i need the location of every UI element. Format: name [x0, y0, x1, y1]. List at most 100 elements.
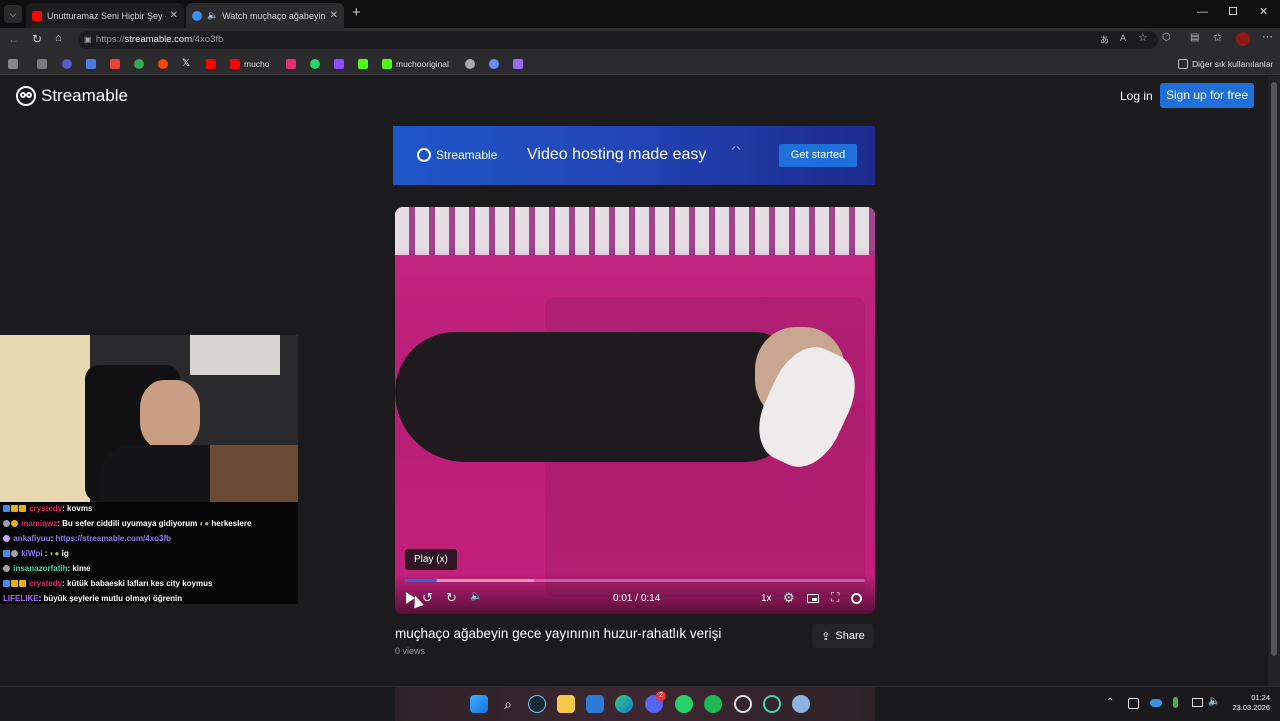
bookmark-item[interactable] — [513, 57, 527, 70]
restore-button[interactable] — [1229, 7, 1237, 15]
get-started-button[interactable]: Get started — [779, 144, 857, 167]
speaker-icon[interactable]: 🔈 — [207, 10, 218, 21]
progress-track[interactable] — [405, 579, 865, 582]
taskbar: ⌕ 2 ⌃ 🔈 01:24 23.03.2026 — [0, 686, 1280, 721]
bookmark-item[interactable] — [8, 57, 22, 70]
translate-icon[interactable]: あ — [1100, 33, 1109, 46]
extensions-icon[interactable]: ⬡ — [1162, 32, 1171, 43]
bookmark-item[interactable] — [465, 57, 479, 70]
bookmark-item[interactable] — [206, 57, 220, 70]
bookmark-item[interactable] — [310, 57, 324, 70]
close-window-button[interactable]: ✕ — [1259, 5, 1268, 18]
new-tab-button[interactable]: + — [352, 4, 361, 21]
signup-button[interactable]: Sign up for free — [1160, 83, 1254, 108]
bookmark-item[interactable] — [286, 57, 300, 70]
favorite-star-icon[interactable]: ☆ — [1138, 31, 1148, 44]
app-icon[interactable] — [734, 695, 752, 713]
tray-app-icon[interactable] — [1128, 698, 1139, 709]
scrollbar-thumb[interactable] — [1271, 82, 1277, 656]
bookmark-label: mucho — [244, 58, 270, 69]
address-input[interactable]: ▣ https://streamable.com/4xo3fb — [78, 31, 1158, 49]
bookmark-item[interactable] — [334, 57, 348, 70]
favorites-icon[interactable]: ✩ — [1213, 31, 1222, 44]
tab-youtube[interactable]: Unutturamaz Seni Hiçbir Şey - You ✕ — [26, 3, 184, 28]
forward-button[interactable]: ↻ — [446, 590, 457, 606]
steam-icon[interactable] — [528, 695, 546, 713]
other-bookmarks-label: Diğer sık kullanılanlar — [1192, 58, 1274, 69]
pip-button[interactable] — [807, 594, 819, 603]
pip-icon — [812, 598, 817, 601]
windows-start-icon[interactable] — [470, 695, 488, 713]
url-prefix: https:// — [96, 34, 125, 45]
youtube-icon — [32, 10, 42, 21]
edge-icon[interactable] — [615, 695, 633, 713]
other-bookmarks[interactable]: Diğer sık kullanılanlar — [1178, 57, 1273, 70]
volume-icon[interactable]: 🔈 — [1208, 696, 1220, 707]
spotify-icon[interactable] — [704, 695, 722, 713]
login-link[interactable]: Log in — [1120, 89, 1153, 103]
bookmark-item[interactable] — [489, 57, 503, 70]
bookmark-item[interactable] — [134, 57, 148, 70]
store-icon[interactable] — [586, 695, 604, 713]
onedrive-icon[interactable] — [1150, 699, 1162, 707]
site-logo[interactable]: Streamable — [16, 86, 128, 106]
fullscreen-button[interactable]: ⛶ — [831, 590, 839, 605]
close-icon[interactable]: ✕ — [326, 10, 338, 21]
bookmark-item[interactable] — [110, 57, 124, 70]
network-icon[interactable] — [1192, 698, 1203, 707]
bookmark-muchooriginal[interactable]: muchooriginal — [382, 57, 449, 70]
video-player[interactable]: Play (x) ↺ ↻ 🔈 0:01 / 0:14 1x ⚙ ⛶ — [395, 207, 875, 614]
sparkle-icon: ⸝⸜ — [731, 141, 741, 152]
volume-button[interactable]: 🔈 — [470, 591, 482, 602]
more-menu-icon[interactable]: ⋯ — [1262, 30, 1273, 43]
read-aloud-icon[interactable]: A — [1120, 33, 1126, 43]
streamable-button[interactable] — [851, 593, 862, 604]
streamable-logo-icon — [16, 86, 36, 106]
url-path: /4xo3fb — [192, 34, 224, 45]
discord-icon[interactable]: 2 — [645, 691, 666, 713]
whatsapp-icon[interactable] — [675, 695, 693, 713]
microphone-icon[interactable] — [1173, 697, 1178, 708]
split-screen-icon[interactable]: ▤ — [1190, 32, 1199, 43]
streamable-icon — [192, 10, 202, 21]
file-explorer-icon[interactable] — [557, 695, 575, 713]
share-button[interactable]: ⇪ Share — [812, 624, 874, 648]
app-icon[interactable] — [792, 695, 810, 713]
refresh-icon[interactable]: ↻ — [32, 32, 42, 46]
minimize-button[interactable]: — — [1197, 6, 1208, 18]
bookmark-item[interactable]: 𝕏 — [182, 57, 190, 70]
streamable-logo-icon — [417, 148, 431, 162]
bookmark-mucho[interactable]: mucho — [230, 57, 270, 70]
bookmark-item[interactable] — [62, 57, 76, 70]
back-icon[interactable]: ← — [8, 32, 20, 46]
bookmark-item[interactable] — [86, 57, 100, 70]
tray-chevron-icon[interactable]: ⌃ — [1106, 697, 1114, 708]
home-icon[interactable]: ⌂ — [55, 32, 62, 44]
chat-text: : kovms — [62, 504, 93, 513]
scrollbar[interactable] — [1268, 76, 1280, 686]
chat-user: LIFELIKE — [3, 594, 39, 603]
search-icon[interactable]: ⌕ — [499, 695, 517, 713]
bookmark-item[interactable] — [158, 57, 172, 70]
folder-icon — [1178, 58, 1188, 69]
close-icon[interactable]: ✕ — [166, 10, 178, 21]
clock[interactable]: 01:24 23.03.2026 — [1226, 693, 1270, 713]
chat-link[interactable]: https://streamable.com/4xo3fb — [55, 534, 171, 543]
app-icon[interactable] — [763, 695, 781, 713]
bookmark-item[interactable] — [358, 57, 372, 70]
profile-avatar[interactable] — [1236, 32, 1250, 46]
promo-banner[interactable]: Streamable Video hosting made easy ⸝⸜ Ge… — [393, 126, 875, 185]
settings-button[interactable]: ⚙ — [783, 590, 795, 606]
bookmark-item[interactable] — [37, 57, 51, 70]
reddit-icon — [158, 58, 168, 69]
share-icon: ⇪ — [821, 630, 831, 643]
banner-logo: Streamable — [417, 148, 497, 162]
time-total: 0:14 — [640, 593, 661, 604]
kick-icon — [382, 58, 392, 69]
tab-list-button[interactable]: ⌵ — [4, 5, 22, 23]
banner-tagline: Video hosting made easy — [527, 146, 707, 163]
chat-message: crystedy: kovms — [3, 503, 92, 515]
tab-streamable[interactable]: 🔈 Watch muçhaço ağabeyin gec ✕ — [186, 3, 344, 28]
app-icon — [465, 58, 475, 69]
speed-button[interactable]: 1x — [761, 593, 772, 604]
